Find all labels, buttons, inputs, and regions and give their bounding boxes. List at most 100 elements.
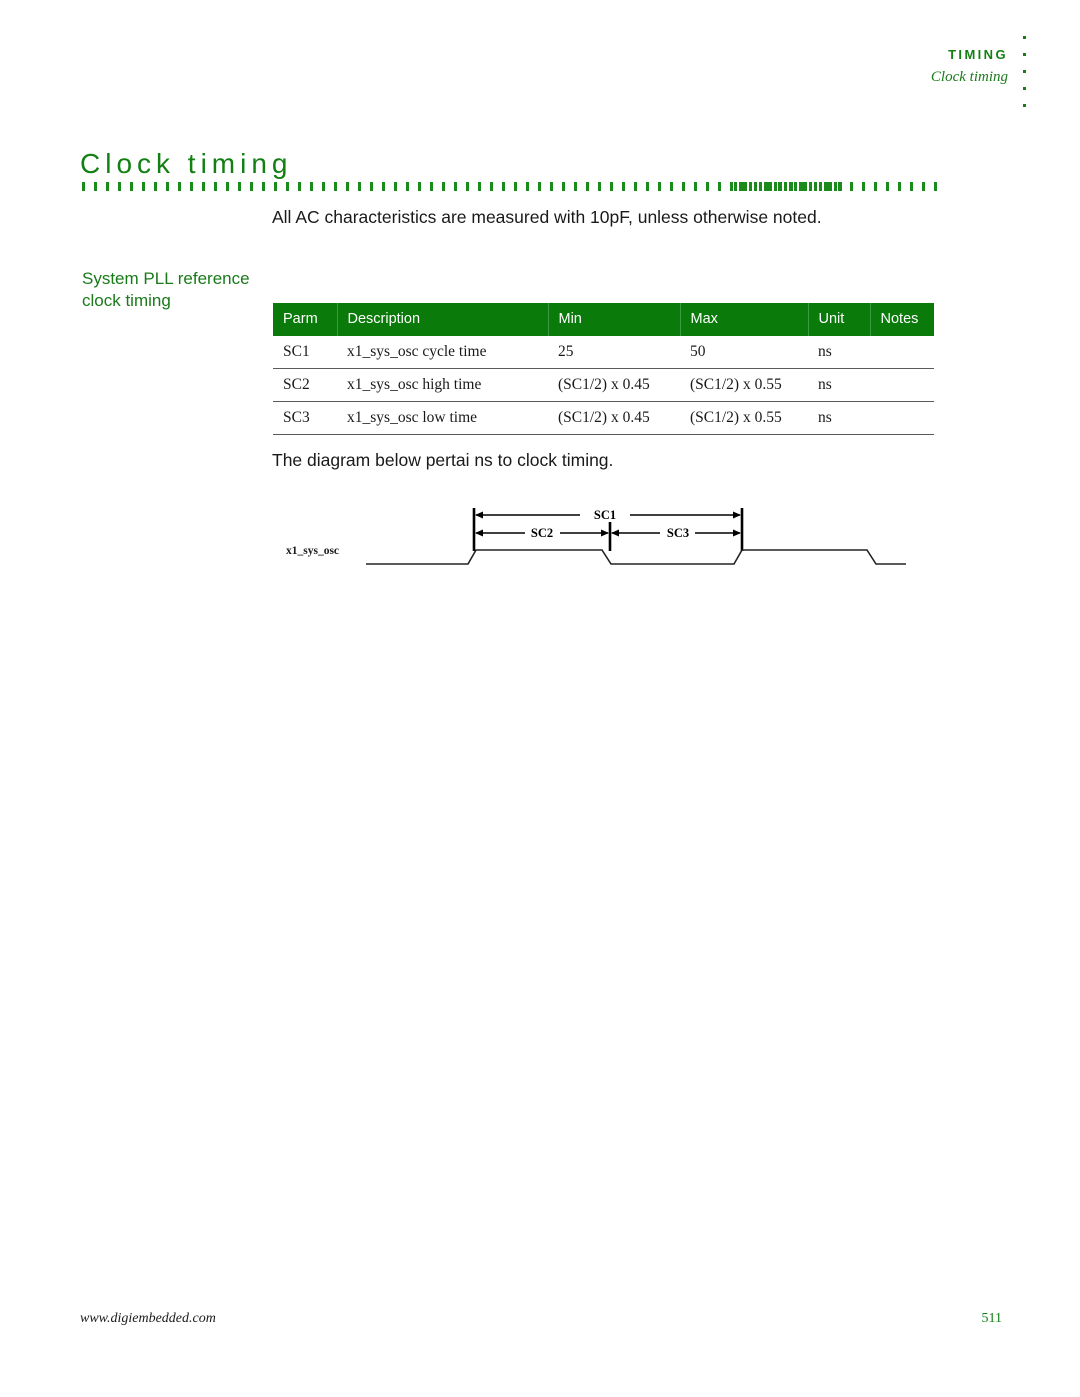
measure-sc3-label: SC3 — [667, 526, 689, 540]
rule-dot — [274, 182, 277, 191]
diagram-caption: The diagram below pertai ns to clock tim… — [272, 450, 614, 470]
rule-dot — [334, 182, 337, 191]
rule-dot — [118, 182, 121, 191]
rule-dot — [154, 182, 157, 191]
rule-dot — [526, 182, 529, 191]
rule-dot — [562, 182, 565, 191]
rule-dot — [754, 182, 757, 191]
section-side-heading: System PLL reference clock timing — [82, 269, 250, 310]
cell-max: 50 — [680, 336, 808, 369]
rule-dot — [574, 182, 577, 191]
rule-dot — [658, 182, 661, 191]
running-header-section: TIMING — [948, 47, 1008, 62]
rule-dot — [238, 182, 241, 191]
footer-url[interactable]: www.digiembedded.com — [80, 1311, 216, 1327]
table-header-row: Parm Description Min Max Unit Notes — [273, 303, 934, 336]
rule-dot — [106, 182, 109, 191]
rule-dot — [130, 182, 133, 191]
cell-description: x1_sys_osc low time — [337, 401, 548, 435]
rule-dot — [466, 182, 469, 191]
rule-dot — [394, 182, 397, 191]
title-dotted-rule — [82, 182, 940, 191]
rule-dot — [874, 182, 877, 191]
running-header: TIMING Clock timing — [931, 48, 1008, 85]
rule-dot — [598, 182, 601, 191]
page-title: Clock timing — [80, 148, 293, 179]
rule-dot — [310, 182, 313, 191]
rule-dot — [922, 182, 925, 191]
cell-parm: SC2 — [273, 368, 337, 402]
rule-dot — [214, 182, 217, 191]
cell-min: (SC1/2) x 0.45 — [548, 401, 680, 435]
rule-dot — [286, 182, 289, 191]
rule-dot — [646, 182, 649, 191]
rule-dot — [166, 182, 169, 191]
rule-dot — [358, 182, 361, 191]
rule-dot — [734, 182, 737, 191]
rule-dot — [622, 182, 625, 191]
table-row: SC3 x1_sys_osc low time (SC1/2) x 0.45 (… — [273, 401, 934, 435]
cell-unit: ns — [808, 368, 870, 402]
rule-dot — [934, 182, 937, 191]
rule-dot — [682, 182, 685, 191]
clock-timing-waveform-diagram: SC1 SC2 SC3 x1_sys_osc — [270, 495, 930, 580]
rule-dot — [814, 182, 817, 191]
rule-dot — [790, 182, 793, 191]
measure-sc1: SC1 — [475, 508, 741, 522]
header-dot — [1022, 53, 1026, 56]
cell-notes — [870, 401, 934, 435]
cell-unit: ns — [808, 401, 870, 435]
waveform-signal-label: x1_sys_osc — [286, 545, 339, 557]
rule-dot — [850, 182, 853, 191]
rule-dot — [370, 182, 373, 191]
rule-dot — [430, 182, 433, 191]
rule-dot — [794, 182, 797, 191]
rule-dot — [610, 182, 613, 191]
rule-dot — [774, 182, 777, 191]
rule-dot — [478, 182, 481, 191]
rule-dot — [346, 182, 349, 191]
measure-sc3: SC3 — [611, 526, 741, 540]
rule-dot — [142, 182, 145, 191]
rule-dot — [779, 182, 782, 191]
rule-dot — [784, 182, 787, 191]
clock-waveform-trace — [366, 549, 906, 565]
rule-dot — [262, 182, 265, 191]
cell-notes — [870, 336, 934, 369]
column-header-max: Max — [680, 303, 809, 336]
rule-dot — [749, 182, 752, 191]
intro-paragraph: All AC characteristics are measured with… — [272, 207, 822, 227]
footer-page-number: 511 — [981, 1311, 1002, 1326]
rule-dot — [538, 182, 541, 191]
rule-dot — [202, 182, 205, 191]
rule-dot — [454, 182, 457, 191]
rule-dot — [418, 182, 421, 191]
rule-dot — [490, 182, 493, 191]
cell-notes — [870, 368, 934, 402]
cell-min: (SC1/2) x 0.45 — [548, 368, 680, 402]
measure-sc1-label: SC1 — [594, 508, 616, 522]
rule-dot — [730, 182, 733, 191]
header-dot — [1022, 70, 1026, 73]
rule-dot — [634, 182, 637, 191]
rule-dot — [502, 182, 505, 191]
measure-sc2-label: SC2 — [531, 526, 553, 540]
rule-dot — [886, 182, 889, 191]
rule-dot — [178, 182, 181, 191]
rule-dot — [694, 182, 697, 191]
rule-dot — [514, 182, 517, 191]
column-header-notes: Notes — [870, 303, 934, 336]
rule-dot — [382, 182, 385, 191]
column-header-unit: Unit — [808, 303, 871, 336]
rule-dot — [804, 182, 807, 191]
column-header-parm: Parm — [273, 303, 338, 336]
rule-dot — [718, 182, 721, 191]
cell-parm: SC3 — [273, 401, 337, 435]
table-row: SC1 x1_sys_osc cycle time 25 50 ns — [273, 336, 934, 369]
cell-min: 25 — [548, 336, 680, 369]
rule-dot — [670, 182, 673, 191]
rule-dot — [586, 182, 589, 191]
header-dot — [1022, 104, 1026, 107]
rule-dot — [898, 182, 901, 191]
cell-max: (SC1/2) x 0.55 — [680, 401, 808, 435]
